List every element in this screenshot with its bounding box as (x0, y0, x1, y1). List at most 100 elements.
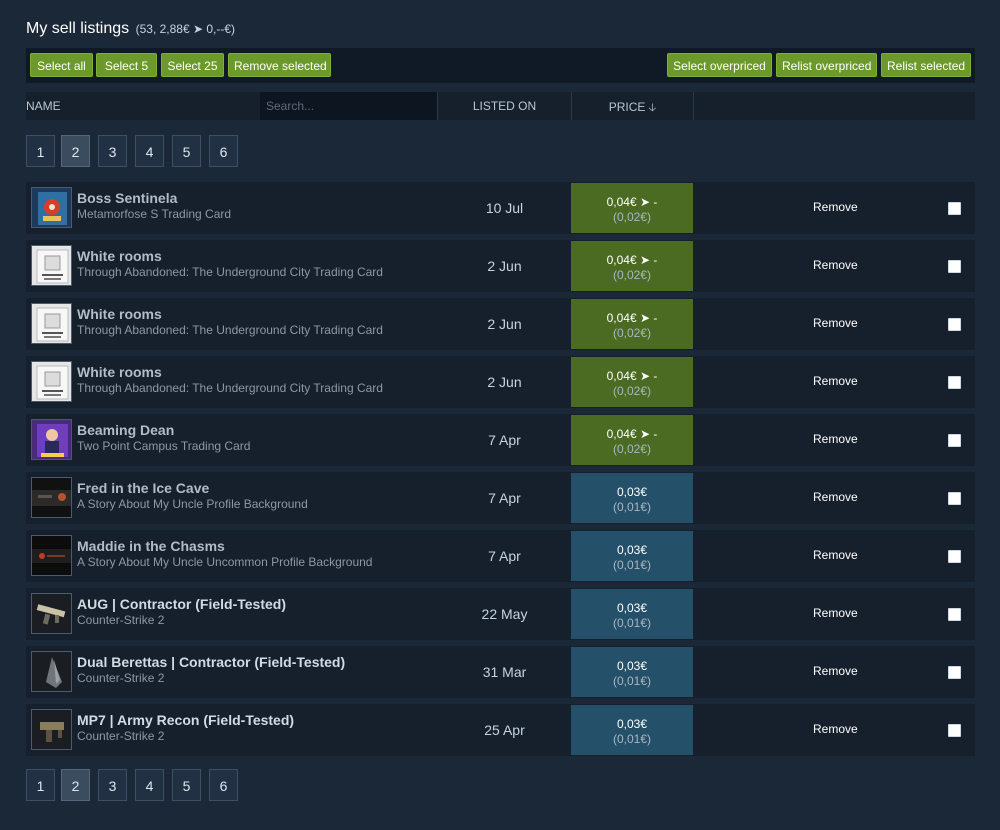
row-select-checkbox[interactable] (948, 376, 961, 389)
remove-listing-button[interactable]: Remove (813, 664, 858, 678)
row-select-checkbox[interactable] (948, 724, 961, 737)
price-cell: 0,04€ ➤ - (0,02€) (571, 415, 693, 465)
select-overpriced-button[interactable]: Select overpriced (667, 53, 772, 77)
item-thumbnail[interactable] (31, 477, 72, 518)
item-game: Counter-Strike 2 (77, 613, 165, 627)
remove-listing-button[interactable]: Remove (813, 258, 858, 272)
page-button-3[interactable]: 3 (98, 135, 127, 167)
remove-listing-button[interactable]: Remove (813, 490, 858, 504)
row-select-checkbox[interactable] (948, 492, 961, 505)
item-thumbnail[interactable] (31, 361, 72, 402)
row-select-checkbox[interactable] (948, 202, 961, 215)
listing-row: White rooms Through Abandoned: The Underg… (26, 298, 975, 350)
listings-header: My sell listings (53, 2,88€ ➤ 0,--€) (26, 20, 235, 38)
item-name[interactable]: Beaming Dean (77, 422, 174, 438)
item-name[interactable]: White rooms (77, 306, 162, 322)
page-button-1[interactable]: 1 (26, 769, 55, 801)
page-button-5[interactable]: 5 (172, 135, 201, 167)
item-name[interactable]: AUG | Contractor (Field-Tested) (77, 596, 286, 612)
item-name[interactable]: Dual Berettas | Contractor (Field-Tested… (77, 654, 345, 670)
item-name[interactable]: Boss Sentinela (77, 190, 177, 206)
item-name[interactable]: White rooms (77, 364, 162, 380)
seller-receives-price: (0,02€) (612, 442, 652, 456)
page-button-1[interactable]: 1 (26, 135, 55, 167)
listed-date: 2 Jun (487, 316, 522, 332)
remove-selected-button[interactable]: Remove selected (228, 53, 331, 77)
item-thumbnail[interactable] (31, 651, 72, 692)
remove-listing-button[interactable]: Remove (813, 432, 858, 446)
listing-row: White rooms Through Abandoned: The Underg… (26, 356, 975, 408)
item-game: A Story About My Uncle Uncommon Profile … (77, 555, 373, 569)
listed-on-column-header[interactable]: LISTED ON (438, 99, 571, 113)
row-select-checkbox[interactable] (948, 434, 961, 447)
search-input[interactable] (260, 92, 437, 120)
price-column-label: PRICE (608, 100, 646, 114)
seller-receives-price: (0,02€) (612, 326, 652, 340)
page-button-6[interactable]: 6 (209, 135, 238, 167)
listing-row: Boss Sentinela Metamorfose S Trading Card… (26, 182, 975, 234)
listing-row: Dual Berettas | Contractor (Field-Tested… (26, 646, 975, 698)
remove-listing-button[interactable]: Remove (813, 316, 858, 330)
listing-row: Fred in the Ice Cave A Story About My Unc… (26, 472, 975, 524)
sort-down-icon: 🡣 (648, 102, 657, 114)
price-cell: 0,04€ ➤ - (0,02€) (571, 241, 693, 291)
remove-listing-button[interactable]: Remove (813, 722, 858, 736)
item-thumbnail[interactable] (31, 709, 72, 750)
row-select-checkbox[interactable] (948, 666, 961, 679)
row-select-checkbox[interactable] (948, 550, 961, 563)
item-game: Counter-Strike 2 (77, 729, 165, 743)
seller-receives-price: (0,02€) (612, 384, 652, 398)
select-5-button[interactable]: Select 5 (96, 53, 157, 77)
remove-listing-button[interactable]: Remove (813, 548, 858, 562)
listing-price: 0,04€ ➤ - (606, 427, 658, 441)
listed-date: 31 Mar (482, 664, 527, 680)
remove-listing-button[interactable]: Remove (813, 200, 858, 214)
item-thumbnail[interactable] (31, 419, 72, 460)
listing-price: 0,04€ ➤ - (606, 195, 658, 209)
seller-receives-price: (0,01€) (612, 616, 652, 630)
page-button-5[interactable]: 5 (172, 769, 201, 801)
page-button-4[interactable]: 4 (135, 135, 164, 167)
item-thumbnail[interactable] (31, 593, 72, 634)
remove-listing-button[interactable]: Remove (813, 374, 858, 388)
listing-price: 0,04€ ➤ - (606, 369, 658, 383)
price-cell: 0,03€ (0,01€) (571, 531, 693, 581)
price-cell: 0,03€ (0,01€) (571, 473, 693, 523)
item-game: Through Abandoned: The Underground City … (77, 265, 383, 279)
listed-date: 2 Jun (487, 374, 522, 390)
seller-receives-price: (0,01€) (612, 732, 652, 746)
listings-toolbar: Select all Select 5 Select 25 Remove sel… (26, 48, 975, 83)
page-button-2[interactable]: 2 (61, 769, 90, 801)
name-column-header: NAME (26, 99, 61, 113)
page-button-2[interactable]: 2 (61, 135, 90, 167)
item-name[interactable]: Maddie in the Chasms (77, 538, 225, 554)
item-thumbnail[interactable] (31, 303, 72, 344)
page-button-6[interactable]: 6 (209, 769, 238, 801)
listing-price: 0,04€ ➤ - (606, 311, 658, 325)
item-thumbnail[interactable] (31, 187, 72, 228)
select-25-button[interactable]: Select 25 (161, 53, 224, 77)
price-column-header[interactable]: PRICE 🡣 (572, 99, 693, 118)
item-thumbnail[interactable] (31, 535, 72, 576)
row-select-checkbox[interactable] (948, 260, 961, 273)
select-all-button[interactable]: Select all (30, 53, 93, 77)
relist-overpriced-button[interactable]: Relist overpriced (776, 53, 877, 77)
remove-listing-button[interactable]: Remove (813, 606, 858, 620)
page-button-4[interactable]: 4 (135, 769, 164, 801)
row-select-checkbox[interactable] (948, 608, 961, 621)
listed-date: 10 Jul (485, 200, 524, 216)
listing-price: 0,03€ (616, 717, 648, 731)
page-title: My sell listings (26, 20, 130, 37)
item-name[interactable]: Fred in the Ice Cave (77, 480, 209, 496)
listing-price: 0,04€ ➤ - (606, 253, 658, 267)
page-button-3[interactable]: 3 (98, 769, 127, 801)
row-select-checkbox[interactable] (948, 318, 961, 331)
listed-date: 25 Apr (484, 722, 525, 738)
item-name[interactable]: MP7 | Army Recon (Field-Tested) (77, 712, 294, 728)
item-thumbnail[interactable] (31, 245, 72, 286)
price-cell: 0,03€ (0,01€) (571, 589, 693, 639)
item-name[interactable]: White rooms (77, 248, 162, 264)
relist-selected-button[interactable]: Relist selected (881, 53, 971, 77)
listing-row: AUG | Contractor (Field-Tested) Counter-S… (26, 588, 975, 640)
price-cell: 0,04€ ➤ - (0,02€) (571, 357, 693, 407)
